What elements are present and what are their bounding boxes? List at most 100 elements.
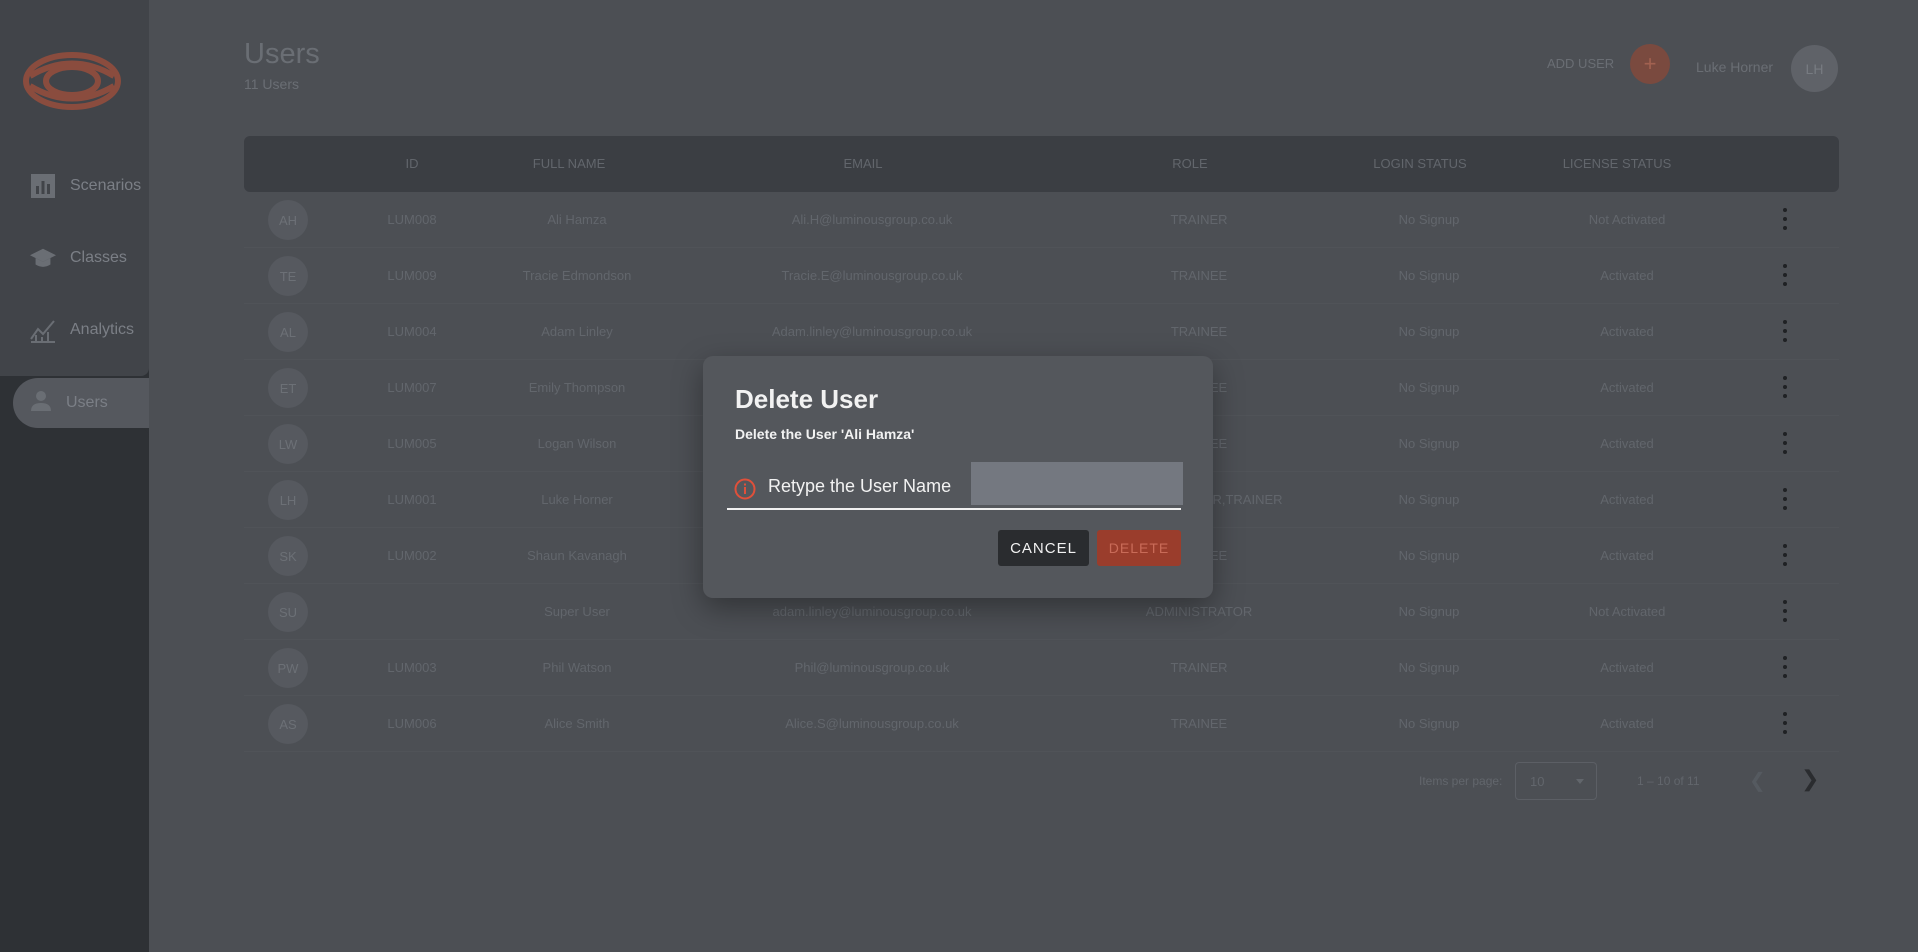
person-icon <box>30 390 52 417</box>
table-row[interactable]: AL LUM004 Adam Linley Adam.linley@luminousg… <box>244 304 1839 360</box>
cell-id: LUM007 <box>387 380 437 395</box>
field-label: Retype the User Name <box>768 476 952 496</box>
sidebar-item-users[interactable]: Users <box>13 378 149 428</box>
cell-full-name: Logan Wilson <box>537 436 617 451</box>
sidebar-footer <box>0 428 149 952</box>
cell-role: TRAINER <box>1170 660 1228 675</box>
sidebar: Scenarios Classes Analytics Users <box>0 0 149 952</box>
cell-login-status: No Signup <box>1398 716 1460 731</box>
caret-down-icon <box>1576 779 1584 784</box>
more-vert-icon[interactable] <box>1782 208 1788 230</box>
cell-id: LUM008 <box>387 212 437 227</box>
page-size-value: 10 <box>1530 773 1545 789</box>
cell-id: LUM005 <box>387 436 437 451</box>
bar-chart-icon <box>30 173 56 199</box>
sidebar-nav-panel: Scenarios Classes Analytics <box>0 0 149 376</box>
cell-login-status: No Signup <box>1398 380 1460 395</box>
cell-login-status: No Signup <box>1398 492 1460 507</box>
dialog-title: Delete User <box>735 384 879 414</box>
more-vert-icon[interactable] <box>1782 488 1788 510</box>
retype-user-name-field: Retype the User Name <box>727 460 1183 510</box>
delete-user-dialog: Delete User Delete the User 'Ali Hamza' … <box>703 356 1213 598</box>
column-header-full-name[interactable]: FULL NAME <box>533 156 605 171</box>
more-vert-icon[interactable] <box>1782 656 1788 678</box>
column-header-role[interactable]: ROLE <box>1172 156 1207 171</box>
more-vert-icon[interactable] <box>1782 320 1788 342</box>
add-user-label: ADD USER <box>1547 56 1615 71</box>
table-row[interactable]: PW LUM003 Phil Watson Phil@luminousgroup.co… <box>244 640 1839 696</box>
avatar: AL <box>268 312 308 352</box>
cell-license-status: Activated <box>1600 548 1654 563</box>
cell-id: LUM003 <box>387 660 437 675</box>
avatar: ET <box>268 368 308 408</box>
cell-full-name: Emily Thompson <box>528 380 626 395</box>
sidebar-item-label: Users <box>66 394 108 411</box>
cell-email: Ali.H@luminousgroup.co.uk <box>791 212 953 227</box>
sidebar-item-classes[interactable]: Classes <box>30 243 127 273</box>
add-user-button[interactable]: + <box>1630 44 1670 84</box>
column-header-id[interactable]: ID <box>406 156 419 171</box>
cell-license-status: Activated <box>1600 324 1654 339</box>
cell-email: Alice.S@luminousgroup.co.uk <box>785 716 959 731</box>
cell-login-status: No Signup <box>1398 660 1460 675</box>
sidebar-item-label: Scenarios <box>70 177 142 194</box>
user-name-input[interactable] <box>971 462 1183 505</box>
cell-full-name: Phil Watson <box>542 660 612 675</box>
cell-license-status: Activated <box>1600 716 1654 731</box>
logo-icon <box>23 52 121 110</box>
more-vert-icon[interactable] <box>1782 264 1788 286</box>
more-vert-icon[interactable] <box>1782 600 1788 622</box>
delete-button[interactable]: DELETE <box>1097 530 1181 566</box>
more-vert-icon[interactable] <box>1782 432 1788 454</box>
cell-login-status: No Signup <box>1398 212 1460 227</box>
cell-login-status: No Signup <box>1398 268 1460 283</box>
cell-full-name: Alice Smith <box>544 716 610 731</box>
cell-email: Tracie.E@luminousgroup.co.uk <box>781 268 963 283</box>
avatar: LH <box>268 480 308 520</box>
cell-full-name: Super User <box>544 604 610 619</box>
cell-id: LUM002 <box>387 548 437 563</box>
sidebar-item-label: Classes <box>70 249 127 266</box>
chevron-left-icon[interactable]: ❮ <box>1749 768 1766 793</box>
avatar: SU <box>268 592 308 632</box>
avatar: AH <box>268 200 308 240</box>
avatar: AS <box>268 704 308 744</box>
more-vert-icon[interactable] <box>1782 544 1788 566</box>
dialog-subtitle: Delete the User 'Ali Hamza' <box>735 426 915 442</box>
more-vert-icon[interactable] <box>1782 376 1788 398</box>
cell-role: TRAINEE <box>1170 268 1228 283</box>
more-vert-icon[interactable] <box>1782 712 1788 734</box>
plus-icon: + <box>1643 51 1657 76</box>
cell-full-name: Tracie Edmondson <box>522 268 632 283</box>
cell-license-status: Not Activated <box>1588 604 1666 619</box>
chevron-right-icon[interactable]: ❯ <box>1801 766 1819 792</box>
table-header: ID FULL NAME EMAIL ROLE LOGIN STATUS LIC… <box>244 136 1839 192</box>
cell-full-name: Adam Linley <box>541 324 613 339</box>
sidebar-item-label: Analytics <box>70 321 135 338</box>
cell-full-name: Ali Hamza <box>547 212 607 227</box>
avatar: LW <box>268 424 308 464</box>
graduation-cap-icon <box>30 245 56 271</box>
cell-login-status: No Signup <box>1398 604 1460 619</box>
cell-id: LUM004 <box>387 324 437 339</box>
cell-id: LUM006 <box>387 716 437 731</box>
column-header-login-status[interactable]: LOGIN STATUS <box>1373 156 1466 171</box>
table-row[interactable]: AS LUM006 Alice Smith Alice.S@luminousgroup… <box>244 696 1839 752</box>
sidebar-item-scenarios[interactable]: Scenarios <box>30 171 141 201</box>
table-row[interactable]: TE LUM009 Tracie Edmondson Tracie.E@luminou… <box>244 248 1839 304</box>
table-row[interactable]: AH LUM008 Ali Hamza Ali.H@luminousgroup.co.… <box>244 192 1839 248</box>
sidebar-item-analytics[interactable]: Analytics <box>30 315 134 345</box>
analytics-icon <box>30 317 56 343</box>
column-header-license-status[interactable]: LICENSE STATUS <box>1563 156 1672 171</box>
cell-role: TRAINEE <box>1170 324 1228 339</box>
cell-role: ADMINISTRATOR <box>1145 604 1253 619</box>
cancel-button[interactable]: CANCEL <box>998 530 1089 566</box>
column-header-email[interactable]: EMAIL <box>843 156 882 171</box>
cell-email: Adam.linley@luminousgroup.co.uk <box>771 324 973 339</box>
cell-full-name: Luke Horner <box>541 492 613 507</box>
cell-license-status: Activated <box>1600 268 1654 283</box>
page-size-select[interactable]: 10 <box>1515 762 1597 800</box>
avatar[interactable]: LH <box>1791 45 1838 92</box>
cell-login-status: No Signup <box>1398 436 1460 451</box>
avatar: PW <box>268 648 308 688</box>
